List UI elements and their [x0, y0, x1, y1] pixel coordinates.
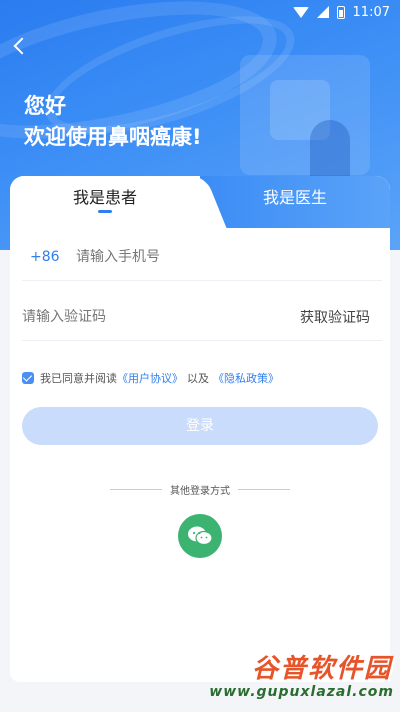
- greeting-block: 您好 欢迎使用鼻咽癌康!: [24, 92, 202, 154]
- agreement-and: 以及: [187, 372, 209, 385]
- tab-patient-label: 我是患者: [72, 188, 137, 207]
- wechat-icon: [188, 526, 213, 546]
- privacy-policy-link[interactable]: 《隐私政策》: [213, 370, 279, 386]
- divider-line: [110, 489, 162, 490]
- tab-patient[interactable]: 我是患者: [10, 176, 200, 228]
- wechat-login-button[interactable]: [178, 514, 222, 558]
- greeting-text: 您好: [24, 94, 66, 118]
- role-tabs: 我是患者 我是医生: [10, 176, 390, 228]
- verification-code-input[interactable]: [22, 308, 300, 325]
- agreement-checkbox[interactable]: [22, 372, 34, 384]
- tab-doctor[interactable]: 我是医生: [200, 176, 390, 228]
- active-tab-indicator: [98, 210, 112, 213]
- other-login-label: 其他登录方式: [170, 486, 230, 497]
- country-code[interactable]: +86: [22, 249, 76, 265]
- agreement-prefix: 我已同意并阅读: [40, 372, 117, 385]
- back-icon[interactable]: [10, 34, 34, 58]
- login-card: 我是患者 我是医生 +86 获取验证码 我已同意并阅读 《用户协议》 以及 《隐…: [10, 176, 390, 682]
- signal-icon: [316, 6, 329, 18]
- welcome-text: 欢迎使用鼻咽癌康!: [24, 125, 202, 149]
- agreement-row: 我已同意并阅读 《用户协议》 以及 《隐私政策》: [22, 370, 279, 386]
- get-code-button[interactable]: 获取验证码: [300, 307, 382, 327]
- divider-line: [238, 489, 290, 490]
- status-time: 11:07: [352, 4, 390, 20]
- other-login-divider: 其他登录方式: [10, 482, 390, 497]
- phone-row: +86: [22, 233, 382, 281]
- status-bar: 11:07: [0, 0, 400, 24]
- user-agreement-link[interactable]: 《用户协议》: [117, 370, 183, 386]
- login-button[interactable]: 登录: [22, 407, 378, 445]
- watermark-url: www.gupuxlazal.com: [209, 684, 394, 700]
- code-row: 获取验证码: [22, 293, 382, 341]
- tab-doctor-label: 我是医生: [262, 188, 327, 207]
- phone-input[interactable]: [76, 248, 382, 265]
- watermark-logo: 谷普软件园 www.gupuxlazal.com: [209, 648, 396, 708]
- wifi-icon: [292, 6, 309, 18]
- battery-icon: [336, 5, 345, 19]
- watermark-title: 谷普软件园: [251, 654, 392, 684]
